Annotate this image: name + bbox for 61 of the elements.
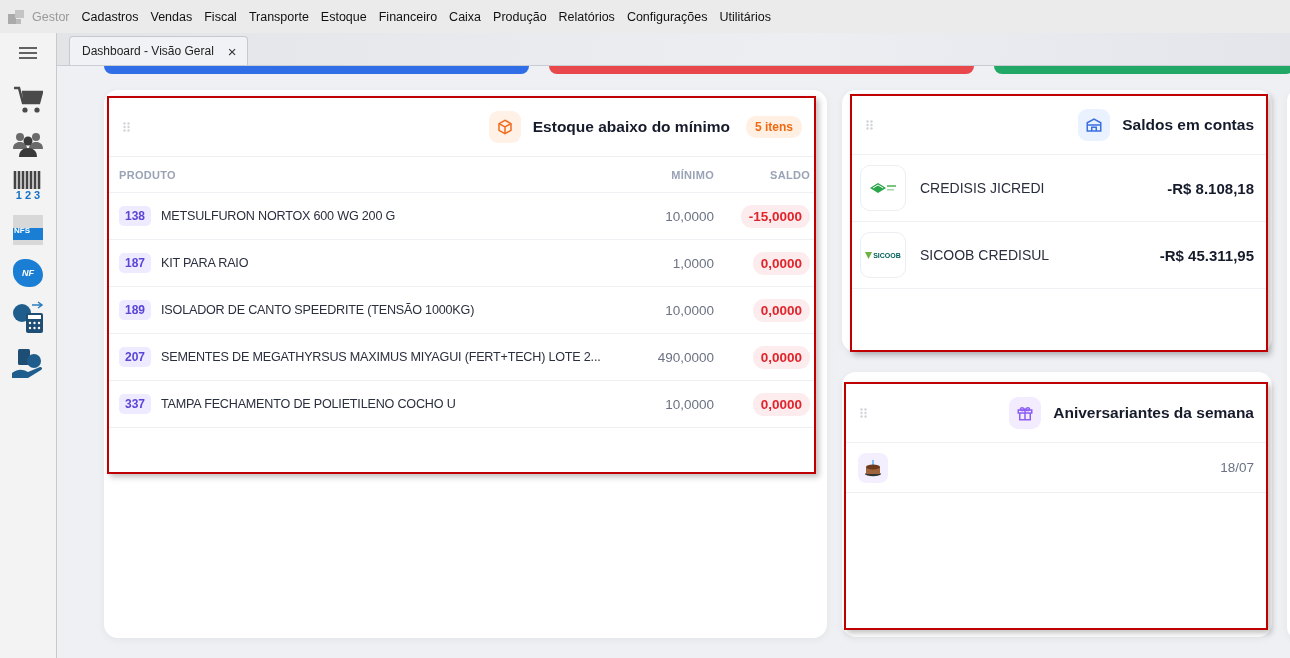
panel-title: Saldos em contas (1122, 116, 1254, 134)
menu-item[interactable]: Cadastros (75, 9, 145, 24)
drag-handle-icon[interactable] (866, 120, 873, 130)
product-name: KIT PARA RAIO (161, 256, 249, 270)
cake-icon (858, 452, 888, 483)
menu-item[interactable]: Utilitários (713, 9, 777, 24)
item-count-badge: 5 itens (746, 116, 802, 138)
product-name: SEMENTES DE MEGATHYRSUS MAXIMUS MIYAGUI (FERT+TECH) LOTE 2... (161, 350, 601, 364)
product-code: 138 (119, 206, 152, 226)
panel-title: Estoque abaixo do mínimo (532, 118, 730, 136)
gift-icon (1009, 397, 1042, 429)
app-logo-icon (8, 9, 24, 24)
menu-item[interactable]: Produção (487, 9, 553, 24)
minimum-value: 10,0000 (664, 302, 714, 318)
balance-value: 0,0000 (752, 251, 810, 275)
product-name: TAMPA FECHAMENTO DE POLIETILENO COCHO U (161, 397, 456, 411)
invoice-document-icon[interactable]: NFS (13, 215, 43, 245)
product-code: 207 (119, 347, 152, 367)
account-name: SICOOB CREDISUL (920, 247, 1051, 263)
balance-value: 0,0000 (752, 392, 810, 416)
box-icon (488, 111, 521, 143)
product-code: 189 (119, 300, 152, 320)
shopping-cart-icon[interactable] (13, 85, 43, 115)
bank-logo (860, 165, 906, 211)
menu-icon[interactable] (19, 47, 37, 59)
menu-item[interactable]: Configurações (620, 9, 714, 24)
map-invoice-icon[interactable]: NF (13, 259, 43, 287)
menu-item[interactable]: Transporte (242, 9, 315, 24)
menu-item[interactable]: Relatórios (552, 9, 621, 24)
menu-item[interactable]: Estoque (314, 9, 373, 24)
birthday-date: 18/07 (1220, 460, 1254, 475)
drag-handle-icon[interactable] (860, 408, 867, 418)
menu-item[interactable]: Caixa (443, 9, 488, 24)
tab[interactable]: Dashboard - Visão Geral × (69, 36, 248, 65)
column-header: PRODUTO (119, 168, 177, 181)
balance-value: 0,0000 (752, 345, 810, 369)
product-code: 187 (119, 253, 152, 273)
menu-item[interactable]: Fiscal (198, 9, 243, 24)
account-name: CREDISIS JICREDI (920, 180, 1046, 196)
minimum-value: 10,0000 (664, 208, 714, 224)
bank-icon (1078, 109, 1111, 141)
balance-value: 0,0000 (752, 298, 810, 322)
minimum-value: 1,0000 (671, 255, 714, 271)
product-code: 337 (119, 394, 152, 414)
panel-title: Aniversariantes da semana (1053, 404, 1254, 422)
drag-handle-icon[interactable] (123, 122, 130, 132)
minimum-value: 490,0000 (656, 349, 714, 365)
column-header: MÍNIMO (670, 168, 714, 181)
app-name: Gestor (32, 9, 70, 24)
menu-item[interactable]: Vendas (144, 9, 199, 24)
balance-value: -15,0000 (740, 204, 810, 228)
product-name: ISOLADOR DE CANTO SPEEDRITE (TENSÃO 1000KG) (161, 303, 475, 317)
minimum-value: 10,0000 (664, 396, 714, 412)
menu-item[interactable]: Financeiro (372, 9, 444, 24)
account-balance: -R$ 45.311,95 (1159, 246, 1254, 264)
column-header: SALDO (769, 168, 810, 181)
close-button[interactable]: × (227, 42, 237, 60)
account-balance: -R$ 8.108,18 (1167, 179, 1254, 197)
product-name: METSULFURON NORTOX 600 WG 200 G (161, 209, 396, 223)
hand-money-icon[interactable] (12, 347, 44, 379)
calculator-coin-icon[interactable] (12, 301, 44, 333)
